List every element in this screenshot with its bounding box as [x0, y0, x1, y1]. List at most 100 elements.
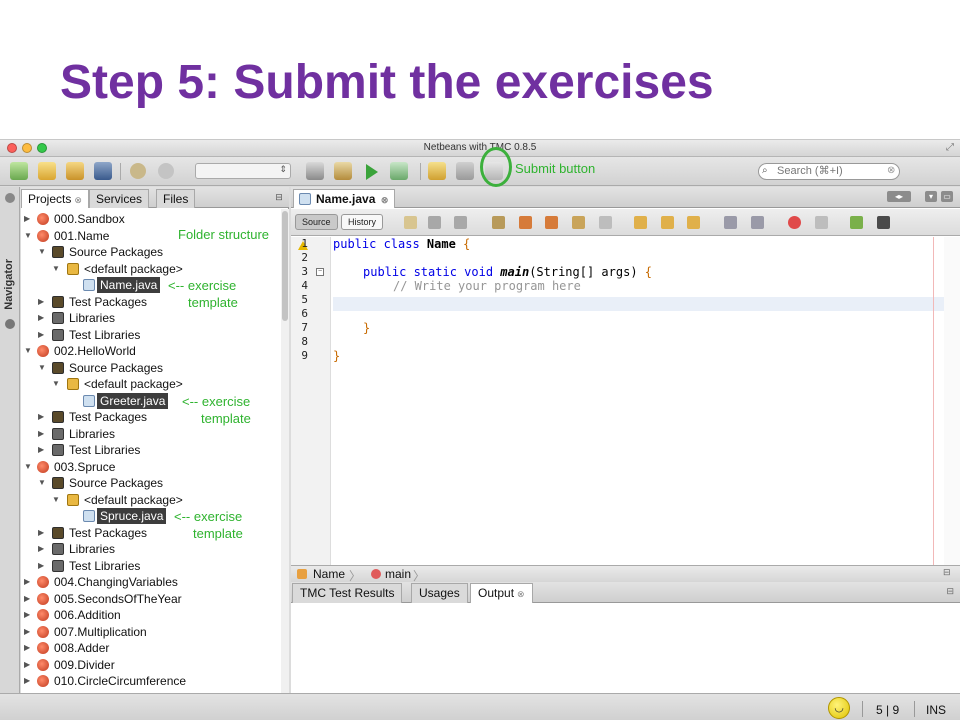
new-file-icon[interactable]: [10, 162, 28, 180]
tree-item-label: <default package>: [84, 377, 183, 391]
back-icon[interactable]: [428, 216, 441, 229]
tree-item-test-libraries[interactable]: ▶ Test Libraries: [21, 327, 281, 344]
tab-output[interactable]: Output ⊗: [470, 583, 533, 603]
source-view-button[interactable]: Source: [295, 214, 338, 230]
tree-item-project[interactable]: ▶ 009.Divider: [21, 657, 281, 674]
last-edit-icon[interactable]: [404, 216, 417, 229]
breadcrumb-class[interactable]: Name: [313, 567, 345, 581]
scrollbar-thumb[interactable]: [282, 211, 288, 321]
smiley-icon[interactable]: ◡: [828, 697, 850, 719]
undo-icon[interactable]: [130, 163, 146, 179]
tree-item-test-packages[interactable]: ▶ Test Packages: [21, 294, 281, 311]
open-project-icon[interactable]: [66, 162, 84, 180]
fullscreen-icon[interactable]: ⤢: [946, 142, 954, 153]
tree-item-project[interactable]: ▶ 005.SecondsOfTheYear: [21, 591, 281, 608]
toggle-bookmark-icon[interactable]: [687, 216, 700, 229]
tree-item-source-packages[interactable]: ▼ Source Packages: [21, 475, 281, 492]
tree-item-label: Test Packages: [69, 294, 148, 309]
forward-icon[interactable]: [454, 216, 467, 229]
close-icon[interactable]: ⊗: [74, 195, 82, 205]
projects-scrollbar[interactable]: [281, 209, 289, 720]
line-number: 9: [301, 349, 308, 362]
tree-item-source-packages[interactable]: ▼ Source Packages: [21, 244, 281, 261]
tab-usages[interactable]: Usages: [411, 583, 468, 603]
run-icon[interactable]: [366, 164, 378, 180]
comment-icon[interactable]: [850, 216, 863, 229]
new-project-icon[interactable]: [38, 162, 56, 180]
start-macro-recording-icon[interactable]: [788, 216, 801, 229]
tab-tmc-test-results[interactable]: TMC Test Results: [292, 583, 403, 603]
find-previous-icon[interactable]: [519, 216, 532, 229]
package-icon: [67, 262, 79, 275]
maximize-icon[interactable]: ▭: [941, 191, 953, 202]
navigator-toggle-icon[interactable]: [5, 193, 15, 203]
tab-name-java[interactable]: Name.java ⊗: [293, 189, 396, 208]
tree-item-label: Source Packages: [69, 476, 164, 490]
find-next-icon[interactable]: [545, 216, 558, 229]
tab-files[interactable]: Files: [156, 189, 196, 208]
close-icon[interactable]: ⊗: [378, 195, 389, 205]
tree-item-project[interactable]: ▼ 002.HelloWorld: [21, 343, 281, 360]
output-window[interactable]: [291, 603, 960, 693]
tree-item-source-packages[interactable]: ▼ Source Packages: [21, 360, 281, 377]
clear-search-icon[interactable]: ⊗: [887, 165, 957, 176]
tree-item-libraries[interactable]: ▶ Libraries: [21, 310, 281, 327]
stop-macro-recording-icon[interactable]: [815, 216, 828, 229]
tree-item-project[interactable]: ▶ 007.Multiplication: [21, 624, 281, 641]
tab-label: Files: [163, 192, 189, 206]
redo-icon[interactable]: [158, 163, 174, 179]
search-input[interactable]: Search (⌘+I): [758, 163, 900, 180]
minimize-panel-icon[interactable]: ⊟: [946, 586, 954, 597]
tree-item-package[interactable]: ▼ <default package>: [21, 261, 281, 278]
status-bar: [0, 693, 960, 720]
tree-item-test-libraries[interactable]: ▶ Test Libraries: [21, 442, 281, 459]
toggle-highlight-icon[interactable]: [572, 216, 585, 229]
configuration-select[interactable]: ⇕: [195, 163, 291, 179]
tree-item-project[interactable]: ▶ 006.Addition: [21, 607, 281, 624]
previous-bookmark-icon[interactable]: [634, 216, 647, 229]
download-exercises-icon[interactable]: [428, 162, 446, 180]
tree-item-project[interactable]: ▼ 003.Spruce: [21, 459, 281, 476]
find-icon[interactable]: [492, 216, 505, 229]
tree-item-libraries[interactable]: ▶ Libraries: [21, 426, 281, 443]
history-view-button[interactable]: History: [341, 214, 384, 230]
code-editor[interactable]: public class Name { public static void m…: [333, 237, 953, 567]
tree-item-package[interactable]: ▼ <default package>: [21, 492, 281, 509]
debug-icon[interactable]: [390, 162, 408, 180]
close-icon[interactable]: ⊗: [517, 589, 525, 599]
breadcrumb: Name 〉 main 〉 ⊟: [291, 565, 960, 583]
status-separator: [862, 701, 863, 717]
editor-toolbar: Source History: [291, 209, 960, 236]
tab-projects[interactable]: Projects ⊗: [21, 189, 89, 208]
code-line: public static void main(String[] args) {: [363, 265, 652, 279]
save-all-icon[interactable]: [94, 162, 112, 180]
tree-item-package[interactable]: ▼ <default package>: [21, 376, 281, 393]
breadcrumb-method[interactable]: main: [385, 567, 411, 581]
minimize-panel-icon[interactable]: ⊟: [943, 567, 951, 578]
show-opened-documents-icon[interactable]: ▾: [925, 191, 937, 202]
toggle-rectangular-selection-icon[interactable]: [599, 216, 612, 229]
tree-item-libraries[interactable]: ▶ Libraries: [21, 541, 281, 558]
project-icon: [37, 229, 49, 242]
tree-item-project[interactable]: ▶ 004.ChangingVariables: [21, 574, 281, 591]
scroll-tabs-icon[interactable]: ◂▸: [887, 191, 911, 202]
build-hammer-icon[interactable]: [306, 162, 324, 180]
tree-item-project[interactable]: ▶ 008.Adder: [21, 640, 281, 657]
shift-left-icon[interactable]: [724, 216, 737, 229]
tab-services[interactable]: Services: [89, 189, 150, 208]
tab-label: Output: [478, 586, 515, 600]
libraries-icon: [52, 543, 64, 555]
minimize-panel-icon[interactable]: ⊟: [273, 191, 285, 203]
tree-item-test-libraries[interactable]: ▶ Test Libraries: [21, 558, 281, 575]
tree-item-project[interactable]: ▶ 010.CircleCircumference: [21, 673, 281, 690]
navigator-tab[interactable]: Navigator: [3, 259, 17, 310]
uncomment-icon[interactable]: [877, 216, 890, 229]
tree-item-java-file[interactable]: Name.java: [21, 277, 281, 294]
test-packages-icon: [52, 411, 64, 423]
shift-right-icon[interactable]: [751, 216, 764, 229]
line-number: 5: [301, 293, 308, 306]
clean-build-icon[interactable]: [334, 162, 352, 180]
next-bookmark-icon[interactable]: [661, 216, 674, 229]
run-tests-icon[interactable]: [456, 162, 474, 180]
fold-toggle-icon[interactable]: −: [316, 268, 324, 276]
